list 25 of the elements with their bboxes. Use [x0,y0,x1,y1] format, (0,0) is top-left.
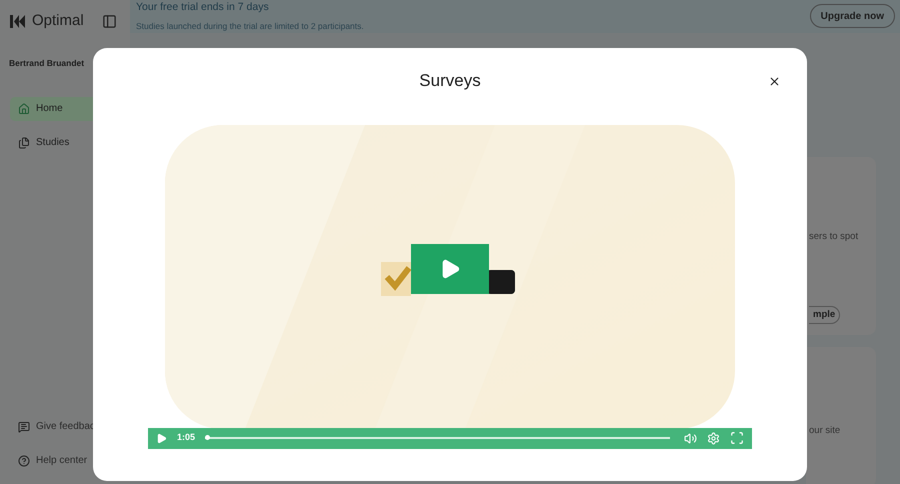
sidebar-link[interactable]: Give feedbac [18,419,130,434]
volume-icon[interactable] [684,432,697,444]
user-name: Bertrand Bruandet [8,57,86,70]
nav-item[interactable]: Studies [10,130,130,155]
banner-subtitle: Studies launched during the trial are limited to 2 participants. [136,20,364,32]
documents-icon [18,136,30,149]
fullscreen-icon[interactable] [730,431,744,445]
sidebar-toggle-icon[interactable] [102,14,117,28]
play-icon[interactable] [156,432,167,444]
progress-thumb[interactable] [205,435,210,440]
video-time: 1:05 [177,431,196,444]
settings-icon[interactable] [707,432,720,444]
card-text: sers to spot [809,230,860,244]
help-icon [18,454,30,466]
example-button[interactable]: mple [809,306,840,324]
banner-title: Your free trial ends in 7 days [136,0,270,15]
home-icon [18,102,30,115]
logo-text: Optimal [32,10,84,31]
logo-icon [10,14,26,28]
upgrade-button[interactable]: Upgrade now [810,4,895,28]
sidebar-link[interactable]: Help center [18,453,130,468]
play-button[interactable] [411,244,489,294]
chat-icon [18,420,30,432]
card-text: our site [809,424,840,436]
dialog-title: Surveys [419,70,481,92]
